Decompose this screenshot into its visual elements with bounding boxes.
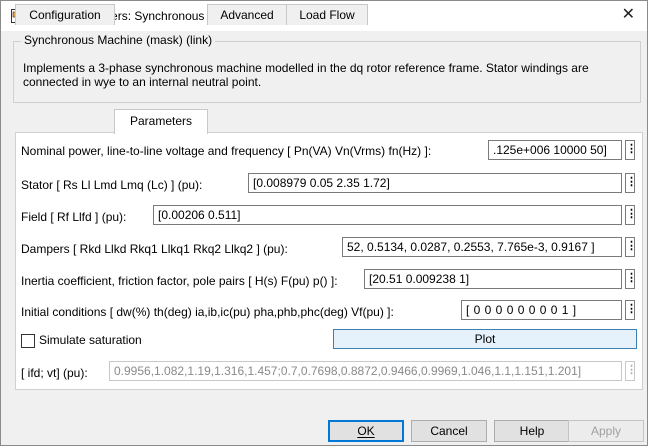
inertia-field[interactable]: [20.51 0.009238 1] (364, 269, 622, 289)
initial-conditions-label: Initial conditions [ dw(%) th(deg) ia,ib… (21, 305, 394, 319)
ifd-vt-field: 0.9956,1.082,1.19,1.316,1.457;0.7,0.7698… (109, 361, 622, 381)
field-more-icon[interactable]: ⋮ (625, 205, 637, 225)
nominal-more-icon[interactable]: ⋮ (625, 140, 637, 160)
initial-conditions-field[interactable]: [ 0 0 0 0 0 0 0 0 1 ] (461, 300, 622, 320)
tab-parameters[interactable]: Parameters (114, 109, 208, 134)
dialog-window: Block Parameters: Synchronous Machine ✕ … (0, 0, 648, 446)
inertia-label: Inertia coefficient, friction factor, po… (21, 274, 338, 288)
field-label: Field [ Rf Llfd ] (pu): (21, 210, 127, 224)
stator-more-icon[interactable]: ⋮ (625, 173, 637, 193)
mask-group-label: Synchronous Machine (mask) (link) (21, 33, 216, 47)
dampers-field[interactable]: 52, 0.5134, 0.0287, 0.2553, 7.765e-3, 0.… (342, 237, 622, 257)
help-button[interactable]: Help (494, 420, 570, 442)
tab-advanced[interactable]: Advanced (207, 4, 287, 25)
dampers-label: Dampers [ Rkd Llkd Rkq1 Llkq1 Rkq2 Llkq2… (21, 242, 288, 256)
dampers-more-icon[interactable]: ⋮ (625, 237, 637, 257)
ok-button[interactable]: OK (328, 420, 404, 442)
apply-button[interactable]: Apply (568, 420, 644, 442)
nominal-field[interactable]: .125e+006 10000 50] (488, 140, 622, 160)
ifd-vt-label: [ ifd; vt] (pu): (21, 366, 88, 380)
ifd-vt-more-icon: ⋮ (625, 361, 637, 381)
cancel-button[interactable]: Cancel (411, 420, 487, 442)
initial-conditions-more-icon[interactable]: ⋮ (625, 300, 637, 320)
stator-label: Stator [ Rs Ll Lmd Lmq (Lc) ] (pu): (21, 178, 203, 192)
tab-load-flow[interactable]: Load Flow (286, 4, 368, 25)
plot-button[interactable]: Plot (333, 329, 637, 349)
simulate-saturation-label: Simulate saturation (39, 333, 142, 347)
close-icon[interactable]: ✕ (622, 6, 635, 24)
mask-description: Implements a 3-phase synchronous machine… (23, 61, 589, 89)
field-field[interactable]: [0.00206 0.511] (153, 205, 622, 225)
parameters-panel (15, 132, 643, 390)
inertia-more-icon[interactable]: ⋮ (625, 269, 637, 289)
nominal-label: Nominal power, line-to-line voltage and … (21, 144, 432, 158)
stator-field[interactable]: [0.008979 0.05 2.35 1.72] (248, 173, 622, 193)
simulate-saturation-checkbox[interactable] (21, 334, 35, 348)
tab-configuration[interactable]: Configuration (15, 4, 115, 25)
